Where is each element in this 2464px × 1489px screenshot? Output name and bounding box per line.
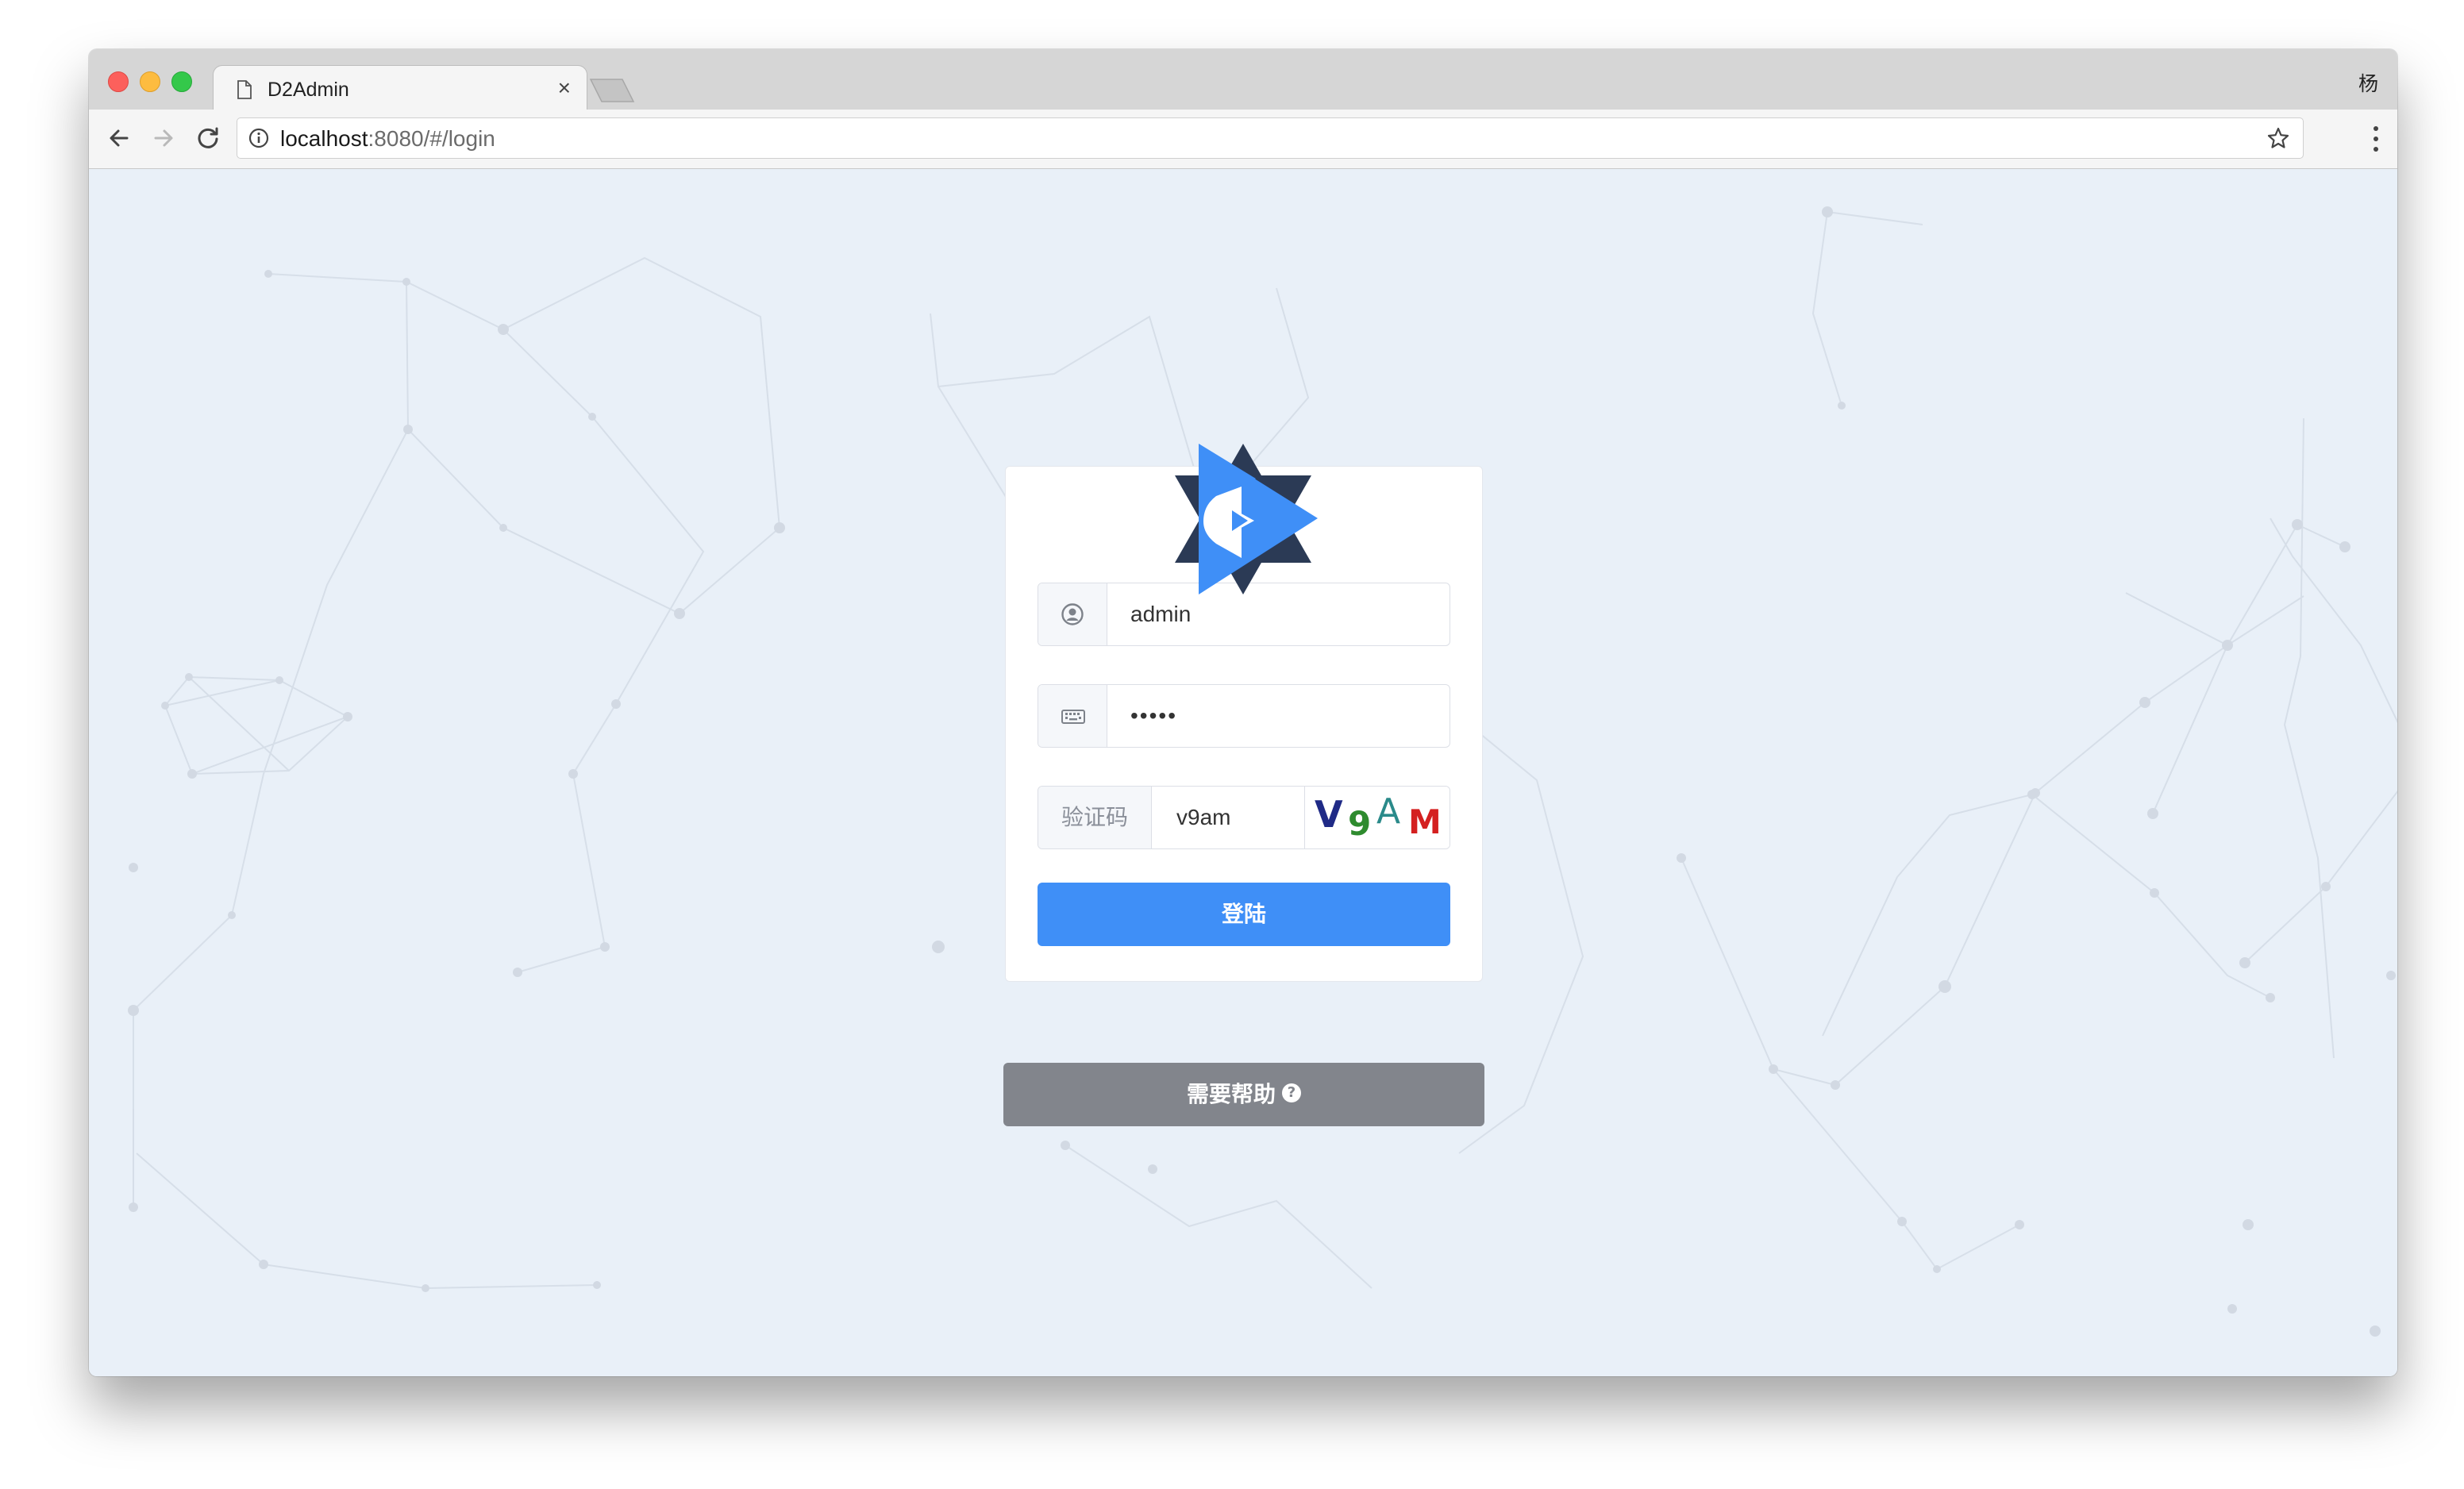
browser-toolbar: localhost:8080/#/login [89, 110, 2397, 169]
bookmark-star-icon[interactable] [2266, 126, 2290, 150]
document-icon [237, 80, 252, 99]
captcha-label: 验证码 [1038, 787, 1152, 848]
d2admin-logo-icon [1175, 444, 1318, 594]
url-host: localhost [280, 126, 368, 151]
captcha-char: 9 [1348, 804, 1372, 843]
close-window-button[interactable] [108, 71, 129, 92]
minimize-window-button[interactable] [140, 71, 160, 92]
tab-close-icon[interactable]: × [558, 77, 571, 99]
user-circle-icon [1061, 603, 1084, 625]
new-tab-button[interactable] [589, 78, 635, 103]
profile-button[interactable]: 杨 [2358, 68, 2378, 97]
browser-window: D2Admin × 杨 localhost:8080/#/login admin… [89, 49, 2397, 1376]
forward-arrow-icon [154, 129, 173, 147]
kebab-menu-icon[interactable] [2372, 124, 2380, 154]
captcha-char: M [1408, 802, 1442, 841]
back-arrow-icon [110, 129, 129, 147]
tab-d2admin[interactable]: D2Admin × [213, 65, 587, 112]
help-button-label: 需要帮助 [1186, 1081, 1276, 1107]
address-bar[interactable]: localhost:8080/#/login [237, 117, 2304, 159]
maximize-window-button[interactable] [171, 71, 192, 92]
password-prepend [1038, 685, 1107, 747]
page-content: 验证码 V 9 A M 登陆 需要帮助? [89, 169, 2397, 1376]
reload-button[interactable] [192, 122, 224, 154]
help-button[interactable]: 需要帮助? [1003, 1063, 1484, 1126]
url-path: :8080/#/login [368, 126, 495, 151]
username-prepend [1038, 583, 1107, 645]
back-button[interactable] [103, 122, 135, 154]
url-text: localhost:8080/#/login [280, 126, 495, 152]
password-field [1038, 684, 1450, 748]
captcha-field: 验证码 V 9 A M [1038, 786, 1450, 849]
forward-button[interactable] [148, 122, 179, 154]
login-button[interactable]: 登陆 [1038, 883, 1450, 946]
captcha-input[interactable] [1176, 787, 1296, 848]
tab-title: D2Admin [268, 79, 349, 101]
captcha-char: V [1315, 793, 1343, 836]
password-input[interactable] [1130, 685, 1432, 747]
captcha-image[interactable]: V 9 A M [1304, 787, 1450, 848]
keyboard-icon [1061, 710, 1085, 724]
reload-icon [198, 127, 218, 148]
tab-strip: D2Admin × 杨 [89, 49, 2397, 112]
captcha-char: A [1376, 791, 1401, 832]
question-circle-icon: ? [1282, 1083, 1301, 1102]
info-icon[interactable] [248, 128, 269, 148]
